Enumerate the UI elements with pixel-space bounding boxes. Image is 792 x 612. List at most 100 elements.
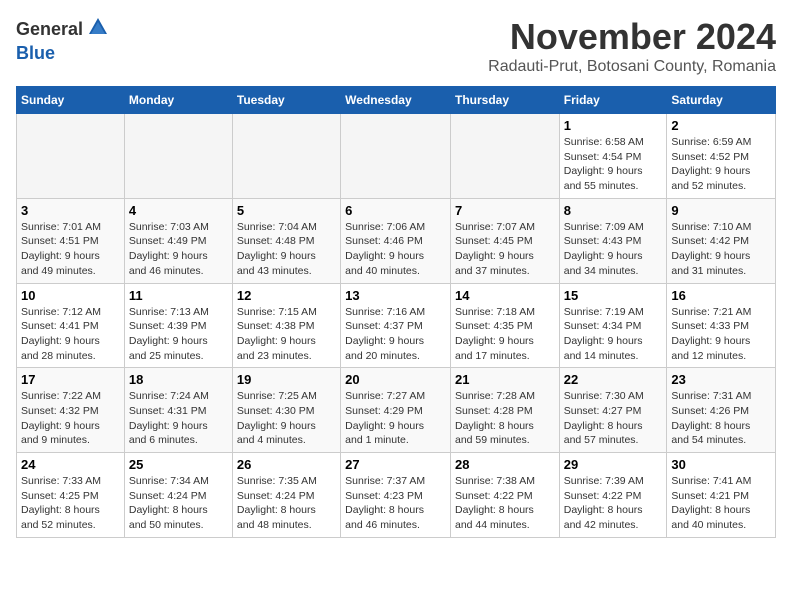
day-number: 6 — [345, 203, 446, 218]
day-number: 12 — [237, 288, 336, 303]
calendar-cell: 25 Sunrise: 7:34 AM Sunset: 4:24 PM Dayli… — [124, 453, 232, 538]
day-detail: Sunrise: 7:27 AM Sunset: 4:29 PM Dayligh… — [345, 389, 446, 448]
day-number: 30 — [671, 457, 771, 472]
calendar-cell: 8 Sunrise: 7:09 AM Sunset: 4:43 PM Daylig… — [559, 198, 667, 283]
day-number: 2 — [671, 118, 771, 133]
calendar-cell: 3Sunrise: 7:01 AM Sunset: 4:51 PM Daylig… — [17, 198, 125, 283]
week-row-0: 1 Sunrise: 6:58 AM Sunset: 4:54 PM Daylig… — [17, 114, 776, 199]
header-saturday: Saturday — [667, 87, 776, 114]
day-number: 7 — [455, 203, 555, 218]
calendar-cell: 1 Sunrise: 6:58 AM Sunset: 4:54 PM Daylig… — [559, 114, 667, 199]
day-number: 22 — [564, 372, 663, 387]
header-friday: Friday — [559, 87, 667, 114]
calendar-cell — [341, 114, 451, 199]
day-number: 24 — [21, 457, 120, 472]
calendar-cell: 30 Sunrise: 7:41 AM Sunset: 4:21 PM Dayli… — [667, 453, 776, 538]
day-detail: Sunrise: 7:16 AM Sunset: 4:37 PM Dayligh… — [345, 305, 446, 364]
day-detail: Sunrise: 7:10 AM Sunset: 4:42 PM Dayligh… — [671, 220, 771, 279]
day-number: 13 — [345, 288, 446, 303]
logo-general-text: General — [16, 19, 83, 40]
calendar-cell: 5Sunrise: 7:04 AM Sunset: 4:48 PM Daylig… — [232, 198, 340, 283]
day-detail: Sunrise: 7:06 AM Sunset: 4:46 PM Dayligh… — [345, 220, 446, 279]
day-detail: Sunrise: 7:39 AM Sunset: 4:22 PM Dayligh… — [564, 474, 663, 533]
day-number: 8 — [564, 203, 663, 218]
calendar-table: SundayMondayTuesdayWednesdayThursdayFrid… — [16, 86, 776, 538]
week-row-4: 24 Sunrise: 7:33 AM Sunset: 4:25 PM Dayli… — [17, 453, 776, 538]
day-detail: Sunrise: 7:13 AM Sunset: 4:39 PM Dayligh… — [129, 305, 228, 364]
day-detail: Sunrise: 7:07 AM Sunset: 4:45 PM Dayligh… — [455, 220, 555, 279]
day-number: 1 — [564, 118, 663, 133]
day-detail: Sunrise: 7:28 AM Sunset: 4:28 PM Dayligh… — [455, 389, 555, 448]
day-detail: Sunrise: 7:31 AM Sunset: 4:26 PM Dayligh… — [671, 389, 771, 448]
title-section: November 2024 Radauti-Prut, Botosani Cou… — [488, 16, 776, 76]
day-number: 10 — [21, 288, 120, 303]
day-detail: Sunrise: 7:38 AM Sunset: 4:22 PM Dayligh… — [455, 474, 555, 533]
day-detail: Sunrise: 7:19 AM Sunset: 4:34 PM Dayligh… — [564, 305, 663, 364]
logo-icon — [87, 16, 109, 43]
header-tuesday: Tuesday — [232, 87, 340, 114]
calendar-cell: 13 Sunrise: 7:16 AM Sunset: 4:37 PM Dayli… — [341, 283, 451, 368]
week-row-2: 10 Sunrise: 7:12 AM Sunset: 4:41 PM Dayli… — [17, 283, 776, 368]
calendar-cell: 29 Sunrise: 7:39 AM Sunset: 4:22 PM Dayli… — [559, 453, 667, 538]
day-detail: Sunrise: 7:24 AM Sunset: 4:31 PM Dayligh… — [129, 389, 228, 448]
day-detail: Sunrise: 7:33 AM Sunset: 4:25 PM Dayligh… — [21, 474, 120, 533]
calendar-cell: 4Sunrise: 7:03 AM Sunset: 4:49 PM Daylig… — [124, 198, 232, 283]
calendar-cell: 23Sunrise: 7:31 AM Sunset: 4:26 PM Dayli… — [667, 368, 776, 453]
week-row-1: 3Sunrise: 7:01 AM Sunset: 4:51 PM Daylig… — [17, 198, 776, 283]
calendar-cell: 9 Sunrise: 7:10 AM Sunset: 4:42 PM Daylig… — [667, 198, 776, 283]
day-number: 25 — [129, 457, 228, 472]
month-title: November 2024 — [488, 16, 776, 58]
day-detail: Sunrise: 7:30 AM Sunset: 4:27 PM Dayligh… — [564, 389, 663, 448]
day-detail: Sunrise: 6:59 AM Sunset: 4:52 PM Dayligh… — [671, 135, 771, 194]
calendar-cell: 16 Sunrise: 7:21 AM Sunset: 4:33 PM Dayli… — [667, 283, 776, 368]
day-detail: Sunrise: 6:58 AM Sunset: 4:54 PM Dayligh… — [564, 135, 663, 194]
calendar-cell: 22 Sunrise: 7:30 AM Sunset: 4:27 PM Dayli… — [559, 368, 667, 453]
calendar-cell: 15 Sunrise: 7:19 AM Sunset: 4:34 PM Dayli… — [559, 283, 667, 368]
header-monday: Monday — [124, 87, 232, 114]
calendar-cell: 11 Sunrise: 7:13 AM Sunset: 4:39 PM Dayli… — [124, 283, 232, 368]
calendar-cell: 10 Sunrise: 7:12 AM Sunset: 4:41 PM Dayli… — [17, 283, 125, 368]
day-detail: Sunrise: 7:15 AM Sunset: 4:38 PM Dayligh… — [237, 305, 336, 364]
calendar-cell: 6 Sunrise: 7:06 AM Sunset: 4:46 PM Daylig… — [341, 198, 451, 283]
day-detail: Sunrise: 7:25 AM Sunset: 4:30 PM Dayligh… — [237, 389, 336, 448]
logo-blue-text: Blue — [16, 43, 55, 64]
day-number: 21 — [455, 372, 555, 387]
calendar-cell: 28Sunrise: 7:38 AM Sunset: 4:22 PM Dayli… — [450, 453, 559, 538]
day-number: 20 — [345, 372, 446, 387]
week-row-3: 17Sunrise: 7:22 AM Sunset: 4:32 PM Dayli… — [17, 368, 776, 453]
day-number: 14 — [455, 288, 555, 303]
calendar-cell: 26 Sunrise: 7:35 AM Sunset: 4:24 PM Dayli… — [232, 453, 340, 538]
day-detail: Sunrise: 7:18 AM Sunset: 4:35 PM Dayligh… — [455, 305, 555, 364]
day-number: 19 — [237, 372, 336, 387]
calendar-cell — [124, 114, 232, 199]
day-detail: Sunrise: 7:09 AM Sunset: 4:43 PM Dayligh… — [564, 220, 663, 279]
day-number: 3 — [21, 203, 120, 218]
calendar-cell: 14 Sunrise: 7:18 AM Sunset: 4:35 PM Dayli… — [450, 283, 559, 368]
header-sunday: Sunday — [17, 87, 125, 114]
calendar-cell — [17, 114, 125, 199]
day-number: 9 — [671, 203, 771, 218]
day-number: 29 — [564, 457, 663, 472]
calendar-cell: 2 Sunrise: 6:59 AM Sunset: 4:52 PM Daylig… — [667, 114, 776, 199]
page-header: General Blue November 2024 Radauti-Prut,… — [16, 16, 776, 76]
calendar-cell: 24 Sunrise: 7:33 AM Sunset: 4:25 PM Dayli… — [17, 453, 125, 538]
calendar-cell: 19 Sunrise: 7:25 AM Sunset: 4:30 PM Dayli… — [232, 368, 340, 453]
day-number: 15 — [564, 288, 663, 303]
logo: General Blue — [16, 16, 109, 64]
calendar-cell: 20 Sunrise: 7:27 AM Sunset: 4:29 PM Dayli… — [341, 368, 451, 453]
header-row: SundayMondayTuesdayWednesdayThursdayFrid… — [17, 87, 776, 114]
calendar-cell: 27Sunrise: 7:37 AM Sunset: 4:23 PM Dayli… — [341, 453, 451, 538]
day-detail: Sunrise: 7:21 AM Sunset: 4:33 PM Dayligh… — [671, 305, 771, 364]
day-detail: Sunrise: 7:41 AM Sunset: 4:21 PM Dayligh… — [671, 474, 771, 533]
day-number: 26 — [237, 457, 336, 472]
calendar-cell — [232, 114, 340, 199]
day-number: 16 — [671, 288, 771, 303]
day-detail: Sunrise: 7:35 AM Sunset: 4:24 PM Dayligh… — [237, 474, 336, 533]
day-number: 11 — [129, 288, 228, 303]
calendar-cell: 12 Sunrise: 7:15 AM Sunset: 4:38 PM Dayli… — [232, 283, 340, 368]
day-number: 4 — [129, 203, 228, 218]
calendar-cell: 17Sunrise: 7:22 AM Sunset: 4:32 PM Dayli… — [17, 368, 125, 453]
day-detail: Sunrise: 7:04 AM Sunset: 4:48 PM Dayligh… — [237, 220, 336, 279]
day-detail: Sunrise: 7:12 AM Sunset: 4:41 PM Dayligh… — [21, 305, 120, 364]
day-detail: Sunrise: 7:34 AM Sunset: 4:24 PM Dayligh… — [129, 474, 228, 533]
